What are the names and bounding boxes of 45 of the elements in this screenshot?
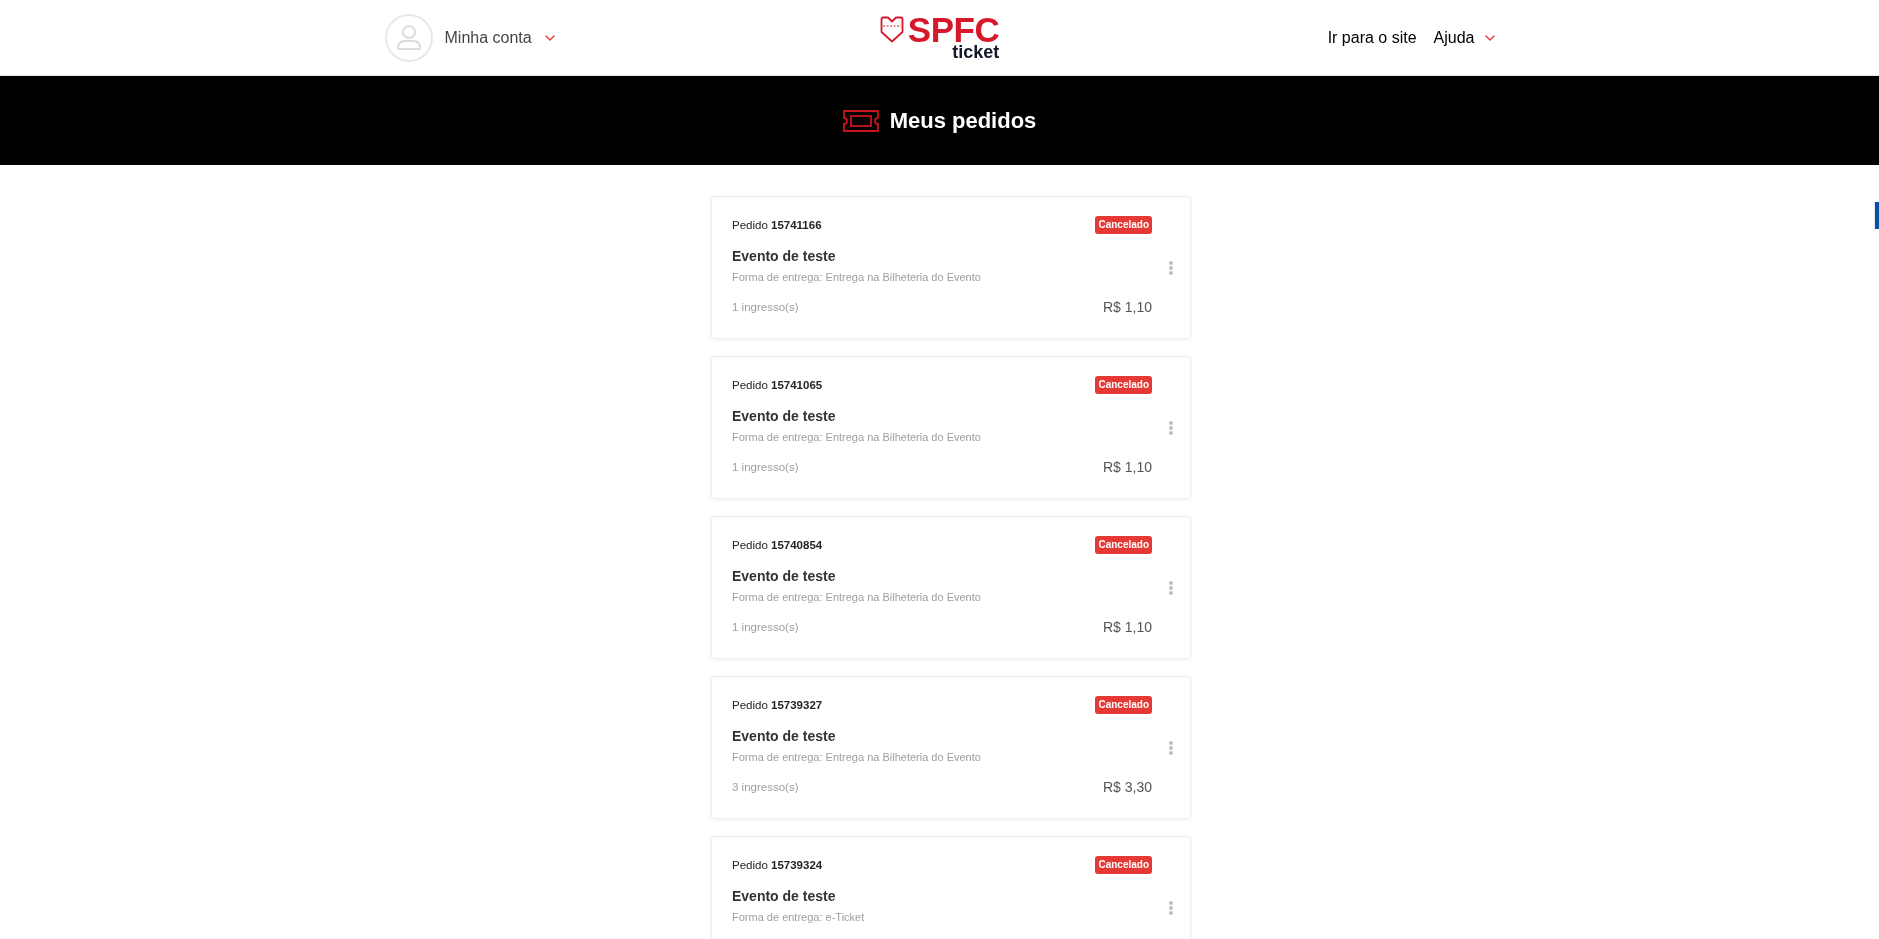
heart-icon[interactable] [879, 16, 904, 43]
logo-subtitle[interactable]: ticket [952, 44, 1000, 60]
vertical-dots-icon[interactable] [1169, 420, 1173, 435]
help-menu-button[interactable]: Ajuda [1433, 27, 1495, 48]
order-number: Pedido 15741166 [732, 218, 822, 233]
event-name: Evento de teste [732, 727, 836, 746]
chevron-down-icon [1484, 34, 1495, 41]
side-tab[interactable] [1874, 202, 1879, 229]
order-number: Pedido 15741065 [732, 378, 823, 393]
vertical-dots-icon[interactable] [1169, 900, 1173, 915]
ticket-count: 1 ingresso(s) [732, 620, 799, 635]
order-number: Pedido 15740854 [732, 538, 823, 553]
ticket-count: 1 ingresso(s) [732, 300, 799, 315]
order-total: R$ 3,30 [1102, 778, 1152, 797]
page-title: Meus pedidos [889, 106, 1037, 135]
order-total: R$ 1,10 [1102, 298, 1152, 317]
site-link[interactable]: Ir para o site [1327, 27, 1417, 48]
ticket-icon [842, 109, 879, 132]
event-name: Evento de teste [732, 567, 836, 586]
status-badge: Cancelado [1095, 536, 1152, 554]
delivery-method: Forma de entrega: Entrega na Bilheteria do Evento [732, 270, 981, 285]
status-badge: Cancelado [1095, 216, 1152, 234]
vertical-dots-icon[interactable] [1169, 740, 1173, 755]
status-badge: Cancelado [1095, 856, 1152, 874]
order-number: Pedido 15739324 [732, 858, 823, 873]
delivery-method: Forma de entrega: e-Ticket [732, 910, 865, 925]
event-name: Evento de teste [732, 407, 836, 426]
event-name: Evento de teste [732, 247, 836, 266]
delivery-method: Forma de entrega: Entrega na Bilheteria do Evento [732, 590, 981, 605]
ticket-count: 3 ingresso(s) [732, 780, 799, 795]
avatar-icon[interactable] [384, 13, 433, 62]
account-menu-button[interactable]: Minha conta [444, 27, 555, 48]
vertical-dots-icon[interactable] [1169, 580, 1173, 595]
ticket-count: 1 ingresso(s) [732, 460, 799, 475]
vertical-dots-icon[interactable] [1169, 260, 1173, 275]
status-badge: Cancelado [1095, 376, 1152, 394]
order-total: R$ 1,10 [1102, 458, 1152, 477]
event-name: Evento de teste [732, 887, 836, 906]
chevron-down-icon [544, 34, 555, 41]
logo-wordmark[interactable]: SPFC [907, 16, 1000, 43]
status-badge: Cancelado [1095, 696, 1152, 714]
order-number: Pedido 15739327 [732, 698, 823, 713]
delivery-method: Forma de entrega: Entrega na Bilheteria do Evento [732, 430, 981, 445]
order-total: R$ 1,10 [1102, 618, 1152, 637]
delivery-method: Forma de entrega: Entrega na Bilheteria do Evento [732, 750, 981, 765]
